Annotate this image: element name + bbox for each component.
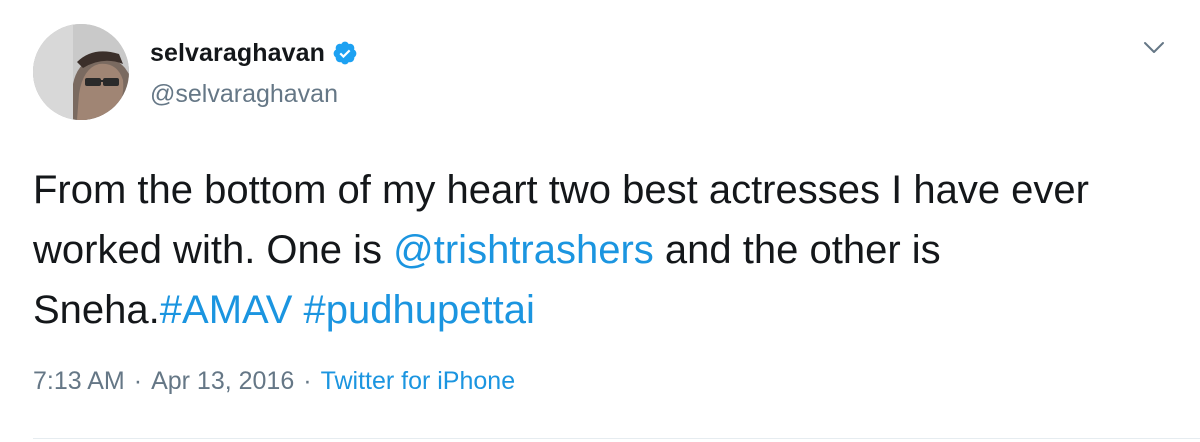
tweet-date[interactable]: Apr 13, 2016: [151, 367, 294, 396]
divider: [33, 438, 1200, 439]
verified-badge-icon: [332, 40, 358, 66]
meta-separator: ·: [303, 367, 312, 395]
tweet-card: selvaraghavan @selvaraghavan From the bo…: [0, 0, 1200, 442]
hashtag-link-pudhupettai[interactable]: #pudhupettai: [304, 288, 535, 332]
tweet-source-link[interactable]: Twitter for iPhone: [321, 367, 516, 396]
author-handle[interactable]: @selvaraghavan: [150, 80, 338, 109]
author-display-name[interactable]: selvaraghavan: [150, 39, 325, 68]
tweet-menu-button[interactable]: [1136, 32, 1172, 64]
tweet-meta: 7:13 AM · Apr 13, 2016 · Twitter for iPh…: [33, 367, 515, 396]
chevron-down-icon: [1144, 42, 1164, 53]
tweet-time[interactable]: 7:13 AM: [33, 367, 125, 396]
avatar[interactable]: [33, 24, 129, 120]
meta-separator: ·: [133, 367, 143, 395]
mention-link[interactable]: @trishtrashers: [393, 228, 654, 272]
author-name-row[interactable]: selvaraghavan: [150, 36, 358, 70]
hashtag-link-amav[interactable]: #AMAV: [160, 288, 293, 332]
tweet-text-segment: [292, 288, 303, 332]
tweet-text: From the bottom of my heart two best act…: [33, 160, 1178, 340]
avatar-photo: [33, 24, 129, 120]
